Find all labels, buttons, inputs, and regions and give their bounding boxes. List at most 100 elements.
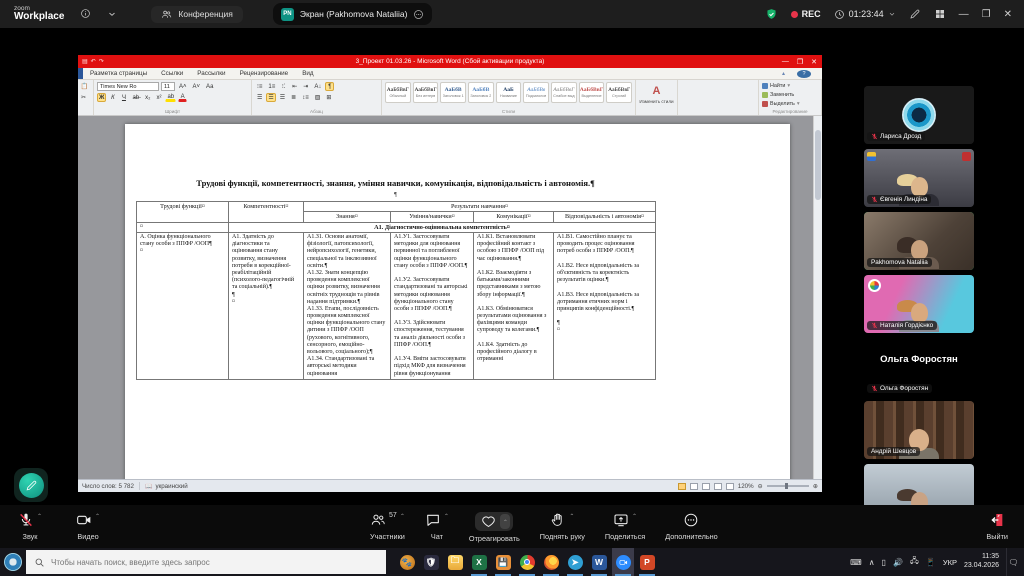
help-icon[interactable]: ? [797, 70, 811, 78]
web-view-icon[interactable] [702, 483, 710, 490]
chat-options-chevron[interactable]: ⌃ [444, 513, 449, 520]
style-chip[interactable]: АаБбВЗаголовок 1 [440, 82, 466, 103]
tab-meeting[interactable]: Конференция [151, 6, 242, 23]
chevron-down-icon[interactable] [107, 6, 117, 22]
participant-tile[interactable]: Андрій Шевцов [864, 401, 974, 459]
participant-tile-active-speaker[interactable]: Pakhomova Nataliia [864, 212, 974, 270]
font-size-box[interactable]: 11 [161, 82, 175, 91]
word-count[interactable]: Число слов: 5 782 [82, 483, 134, 490]
taskbar-app-file-explorer[interactable]: 🗀 [444, 548, 466, 576]
align-left-icon[interactable]: ☰ [255, 93, 264, 102]
shrink-font-icon[interactable]: А˅ [191, 82, 203, 91]
close-button[interactable]: ✕ [1004, 9, 1012, 20]
align-center-icon[interactable]: ☰ [266, 93, 275, 102]
taskbar-clock[interactable]: 11:35 23.04.2026 [964, 553, 999, 571]
taskbar-app-excel[interactable]: X [468, 548, 490, 576]
multilevel-list-icon[interactable]: ⁝⁚ [279, 82, 288, 91]
style-chip[interactable]: АаБбВвГСтрогий [606, 82, 632, 103]
word-minimize-button[interactable]: — [782, 58, 789, 66]
view-layout-icon[interactable] [934, 8, 946, 20]
share-options-chevron[interactable]: ⌃ [632, 513, 637, 520]
document-page[interactable]: Трудові функції, компетентності, знання,… [125, 124, 790, 479]
minimize-button[interactable]: — [959, 9, 969, 20]
volume-icon[interactable]: 🔊 [893, 558, 903, 567]
meeting-timer[interactable]: 01:23:44 [834, 9, 896, 20]
style-chip[interactable]: АаБбВвГОбычный [385, 82, 411, 103]
paste-icon[interactable]: 📋 [79, 82, 90, 91]
replace-button[interactable]: Заменить [762, 91, 818, 98]
taskbar-app-privacy[interactable]: 🛡 [420, 548, 442, 576]
spellcheck-book-icon[interactable]: 📖 [145, 483, 152, 490]
search-input[interactable] [51, 558, 371, 567]
justify-icon[interactable]: ≣ [289, 93, 298, 102]
hidden-icons-chevron[interactable]: ∧ [869, 558, 875, 567]
zoom-out-icon[interactable]: ⊖ [758, 483, 763, 490]
taskbar-app-zoom[interactable] [612, 548, 634, 576]
taskbar-app-firefox[interactable] [540, 548, 562, 576]
word-vertical-scrollbar[interactable] [813, 116, 822, 479]
sort-icon[interactable]: А↓ [312, 82, 323, 91]
draft-view-icon[interactable] [726, 483, 734, 490]
ribbon-collapse-icon[interactable]: ▴ [775, 70, 792, 78]
cut-icon[interactable]: ✂ [79, 93, 88, 102]
font-name-box[interactable]: Times New Ro [97, 82, 159, 91]
word-titlebar[interactable]: ▤ ↶ ↷ 3_Проект 01.03.26 - Microsoft Word… [78, 55, 822, 68]
react-button[interactable]: ⌃ Отреагировать [469, 512, 520, 543]
align-right-icon[interactable]: ☰ [278, 93, 287, 102]
zoom-slider-thumb[interactable] [785, 483, 788, 489]
participant-tile[interactable]: Євгенія Линдіна [864, 149, 974, 207]
language-indicator[interactable]: украинский [155, 483, 187, 490]
style-chip[interactable]: АаБбВвПодзаголов [523, 82, 549, 103]
numbering-icon[interactable]: 1≡ [266, 82, 277, 91]
audio-button[interactable]: ⌃ Звук [18, 512, 42, 541]
style-chip[interactable]: АаБбВвГСлабое выд [551, 82, 577, 103]
zoom-slider[interactable] [767, 485, 809, 487]
scrollbar-thumb[interactable] [815, 130, 821, 200]
change-case-icon[interactable]: Аа [204, 82, 215, 91]
grow-font-icon[interactable]: А˄ [177, 82, 189, 91]
superscript-icon[interactable]: x² [154, 93, 163, 102]
increase-indent-icon[interactable]: ⇥ [301, 82, 310, 91]
taskbar-app-chrome[interactable] [516, 548, 538, 576]
font-color-icon[interactable]: А [178, 93, 187, 102]
zoom-level[interactable]: 120% [738, 483, 754, 490]
tab-page-layout[interactable]: Разметка страницы [83, 70, 154, 77]
tab-view[interactable]: Вид [295, 70, 320, 77]
raise-hand-button[interactable]: ⌃ Поднять руку [540, 512, 585, 541]
bullets-icon[interactable]: ⁝≡ [255, 82, 264, 91]
select-button[interactable]: Выделить▾ [762, 101, 818, 108]
taskbar-app-powerpoint[interactable]: P [636, 548, 658, 576]
style-chip[interactable]: АаБбВЗаголовок 2 [468, 82, 494, 103]
find-button[interactable]: Найти▾ [762, 82, 818, 89]
print-layout-view-icon[interactable] [678, 483, 686, 490]
network-icon[interactable]: 🖧 [910, 555, 919, 569]
language-indicator[interactable]: УКР [943, 558, 957, 567]
annotation-tool-button[interactable] [14, 468, 48, 502]
chat-button[interactable]: ⌃ Чат [425, 512, 449, 541]
tab-options-icon[interactable] [413, 9, 424, 20]
action-center-button[interactable]: 🗨 [1006, 548, 1020, 576]
line-spacing-icon[interactable]: ↕≡ [300, 93, 311, 102]
share-screen-button[interactable]: ⌃ Поделиться [605, 512, 645, 541]
word-restore-button[interactable]: ❐ [797, 58, 803, 66]
participants-button[interactable]: 57 ⌃ Участники [370, 512, 405, 541]
bold-button[interactable]: Ж [97, 93, 106, 102]
raise-hand-options-chevron[interactable]: ⌃ [569, 513, 574, 520]
taskbar-app-word[interactable]: W [588, 548, 610, 576]
meeting-info-icon[interactable] [80, 5, 91, 23]
battery-icon[interactable]: ▯ [882, 558, 886, 567]
taskbar-app-pet[interactable]: 🐾 [396, 548, 418, 576]
video-button[interactable]: ⌃ Видео [76, 512, 100, 541]
show-marks-icon[interactable]: ¶ [325, 82, 334, 91]
style-chip[interactable]: АаБНазвание [496, 82, 522, 103]
highlight-color-icon[interactable]: ab [165, 93, 176, 102]
fullscreen-view-icon[interactable] [690, 483, 698, 490]
touch-keyboard-icon[interactable]: ⌨ [850, 558, 862, 567]
tab-shared-screen[interactable]: PN Экран (Pakhomova Nataliia) [273, 3, 433, 25]
change-styles-button[interactable]: А Изменить стили [636, 80, 678, 115]
video-options-chevron[interactable]: ⌃ [95, 513, 100, 520]
italic-button[interactable]: К [108, 93, 117, 102]
encryption-shield-icon[interactable] [765, 8, 778, 21]
taskbar-search[interactable] [26, 550, 386, 574]
audio-options-chevron[interactable]: ⌃ [37, 513, 42, 520]
